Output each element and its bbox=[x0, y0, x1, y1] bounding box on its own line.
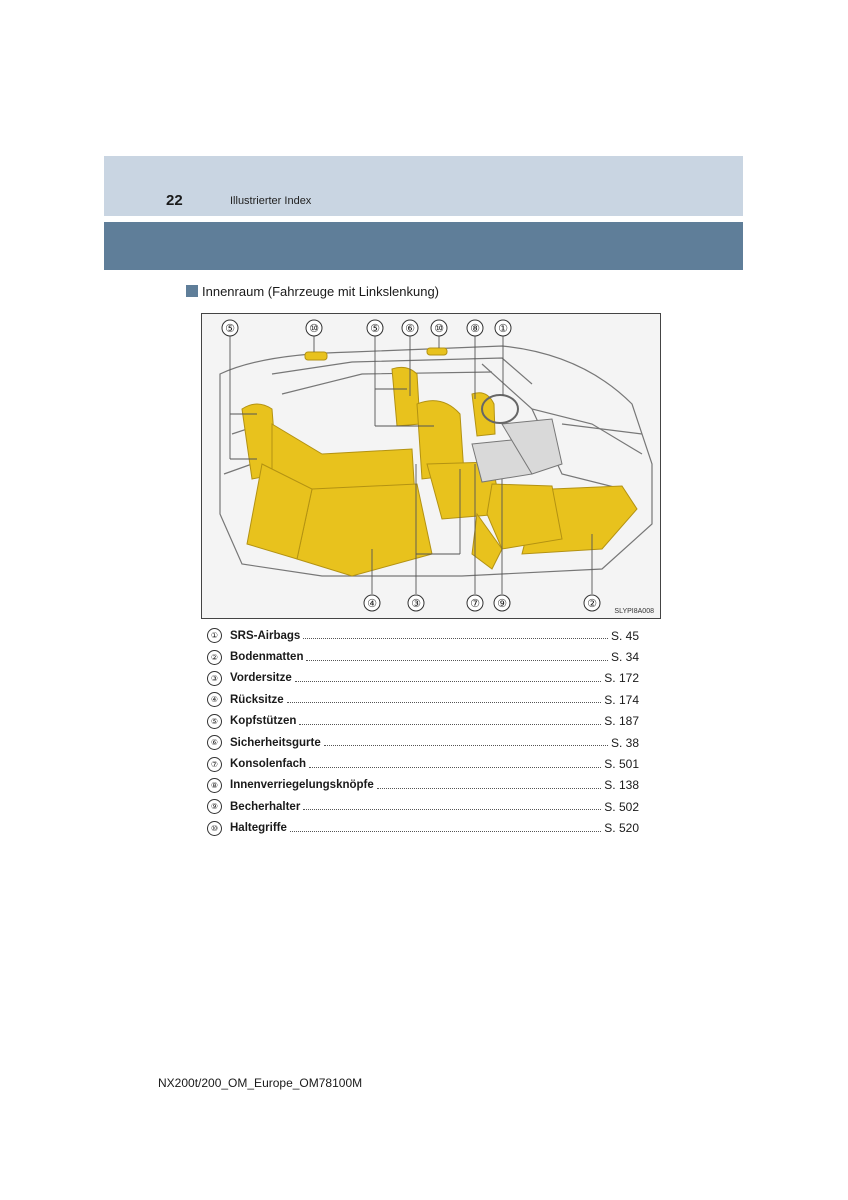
item-number: ③ bbox=[207, 670, 222, 686]
page-reference: S. 501 bbox=[604, 757, 639, 772]
item-number: ④ bbox=[207, 692, 222, 708]
callouts-bottom bbox=[363, 594, 601, 612]
page-number: 22 bbox=[166, 192, 183, 209]
section-marker-icon bbox=[186, 285, 198, 297]
index-row: ② Bodenmatten S. 34 bbox=[207, 646, 639, 667]
dot-leader bbox=[376, 787, 602, 789]
footer-doc-id: NX200t/200_OM_Europe_OM78100M bbox=[158, 1076, 363, 1090]
dot-leader bbox=[323, 745, 608, 747]
item-label: Kopfstützen bbox=[230, 715, 297, 728]
callout-5a: ⑤ bbox=[225, 322, 235, 335]
page-reference: S. 34 bbox=[610, 650, 639, 665]
index-row: ④ Rücksitze S. 174 bbox=[207, 689, 639, 710]
callout-8: ⑧ bbox=[470, 322, 480, 335]
section-heading: Innenraum (Fahrzeuge mit Linkslenkung) bbox=[186, 282, 439, 300]
page-reference: S. 138 bbox=[604, 778, 639, 793]
index-row: ⑧ Innenverriegelungsknöpfe S. 138 bbox=[207, 775, 639, 796]
item-number: ⑥ bbox=[207, 735, 222, 751]
callout-1: ① bbox=[498, 322, 508, 335]
item-number: ⑨ bbox=[207, 799, 222, 815]
page-reference: S. 38 bbox=[610, 735, 639, 750]
chapter-title: Illustrierter Index bbox=[230, 195, 312, 207]
page-reference: S. 174 bbox=[604, 692, 639, 707]
item-number: ⑩ bbox=[207, 820, 222, 836]
item-number: ① bbox=[207, 628, 222, 644]
callouts-top bbox=[221, 319, 512, 337]
page-reference: S. 45 bbox=[610, 628, 639, 643]
index-row: ⑨ Becherhalter S. 502 bbox=[207, 796, 639, 817]
item-label: SRS-Airbags bbox=[230, 629, 301, 642]
dot-leader bbox=[299, 723, 602, 725]
callout-4: ④ bbox=[367, 597, 377, 610]
dot-leader bbox=[309, 766, 602, 768]
rear-seat bbox=[241, 403, 433, 577]
dot-leader bbox=[289, 830, 602, 832]
callout-10b: ⑩ bbox=[434, 322, 444, 335]
callout-9: ⑨ bbox=[497, 597, 507, 610]
section-title: Innenraum (Fahrzeuge mit Linkslenkung) bbox=[202, 283, 440, 299]
page-reference: S. 502 bbox=[604, 799, 639, 814]
grab-handle-right bbox=[426, 347, 448, 356]
interior-illustration: ⑤ ⑩ ⑤ ⑥ ⑩ ⑧ ① ④ ③ ⑦ ⑨ ② SLYPI8A008 bbox=[201, 313, 661, 619]
callout-2: ② bbox=[587, 597, 597, 610]
item-number: ⑤ bbox=[207, 713, 222, 729]
index-row: ① SRS-Airbags S. 45 bbox=[207, 625, 639, 646]
page-reference: S. 520 bbox=[604, 821, 639, 836]
dot-leader bbox=[303, 638, 608, 640]
item-label: Becherhalter bbox=[230, 800, 301, 813]
header-bar: 22 Illustrierter Index bbox=[104, 156, 743, 216]
car-interior-drawing: ⑤ ⑩ ⑤ ⑥ ⑩ ⑧ ① ④ ③ ⑦ ⑨ ② bbox=[219, 319, 653, 612]
index-row: ⑤ Kopfstützen S. 187 bbox=[207, 711, 639, 732]
item-label: Haltegriffe bbox=[230, 822, 287, 835]
item-number: ⑦ bbox=[207, 756, 222, 772]
callout-5b: ⑤ bbox=[370, 322, 380, 335]
index-row: ⑩ Haltegriffe S. 520 bbox=[207, 818, 639, 839]
index-row: ③ Vordersitze S. 172 bbox=[207, 668, 639, 689]
callout-6: ⑥ bbox=[405, 322, 415, 335]
item-number: ② bbox=[207, 649, 222, 665]
page-reference: S. 187 bbox=[604, 714, 639, 729]
index-list: ① SRS-Airbags S. 45 ② Bodenmatten S. 34 ③ Vorde… bbox=[207, 625, 639, 839]
callout-10a: ⑩ bbox=[309, 322, 319, 335]
page-reference: S. 172 bbox=[604, 671, 639, 686]
dot-leader bbox=[294, 680, 602, 682]
item-number: ⑧ bbox=[207, 777, 222, 793]
item-label: Vordersitze bbox=[230, 672, 292, 685]
callout-3: ③ bbox=[411, 597, 421, 610]
dot-leader bbox=[306, 659, 608, 661]
index-row: ⑥ Sicherheitsgurte S. 38 bbox=[207, 732, 639, 753]
index-row: ⑦ Konsolenfach S. 501 bbox=[207, 753, 639, 774]
item-label: Bodenmatten bbox=[230, 651, 304, 664]
item-label: Innenverriegelungsknöpfe bbox=[230, 779, 374, 792]
dot-leader bbox=[303, 809, 602, 811]
dot-leader bbox=[286, 702, 602, 704]
callout-7: ⑦ bbox=[470, 597, 480, 610]
item-label: Konsolenfach bbox=[230, 758, 307, 771]
item-label: Sicherheitsgurte bbox=[230, 736, 321, 749]
header-band bbox=[104, 222, 743, 270]
item-label: Rücksitze bbox=[230, 693, 284, 706]
figure-code: SLYPI8A008 bbox=[614, 608, 654, 615]
grab-handle-left bbox=[304, 351, 328, 361]
